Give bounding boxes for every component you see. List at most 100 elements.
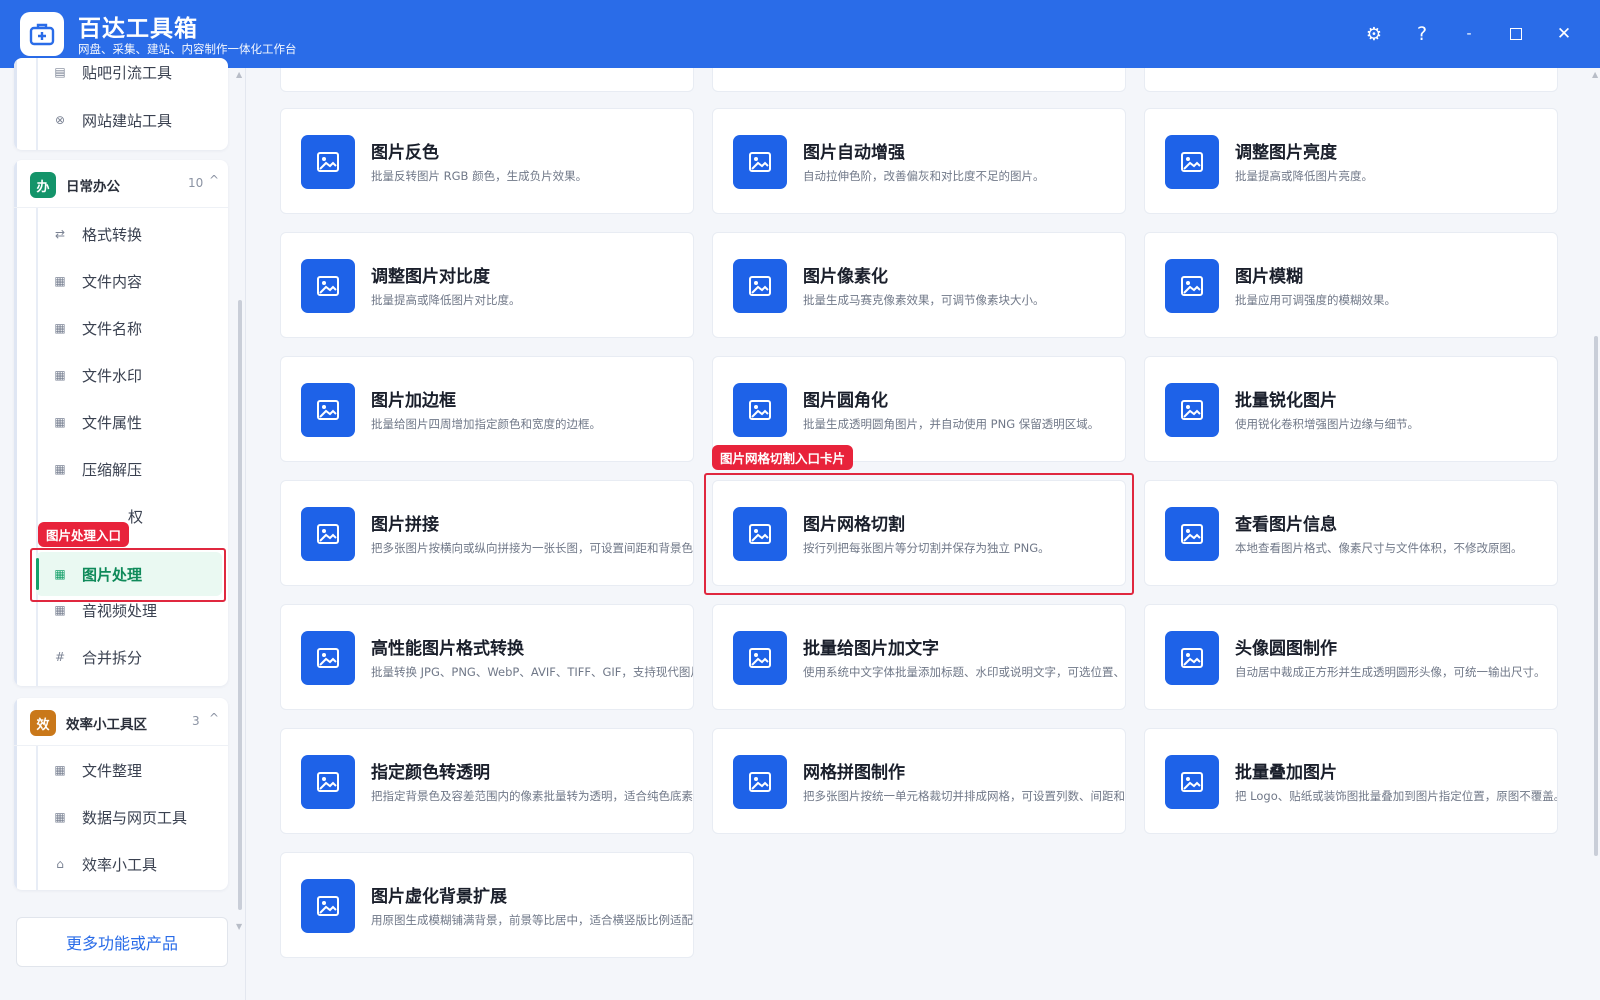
image-icon (1165, 259, 1219, 313)
image-icon (301, 755, 355, 809)
swap-icon: ⇄ (54, 227, 66, 241)
close-button[interactable]: ✕ (1548, 18, 1580, 50)
tool-card-blur-bg-expand[interactable]: 图片虚化背景扩展用原图生成模糊铺满背景，前景等比居中，适合横竖版比例适配。 (280, 852, 694, 958)
sidebar-scroll-down-icon[interactable]: ▼ (236, 922, 242, 931)
sidebar-item-file-content[interactable]: ▦ 文件内容 (14, 259, 228, 303)
tool-description: 批量生成透明圆角图片，并自动使用 PNG 保留透明区域。 (803, 417, 1100, 431)
image-icon (733, 135, 787, 189)
image-icon (301, 631, 355, 685)
tool-card-auto-enhance[interactable]: 图片自动增强 自动拉伸色阶，改善偏灰和对比度不足的图片。 (712, 108, 1126, 214)
tool-card-overlay[interactable]: 批量叠加图片把 Logo、贴纸或装饰图批量叠加到图片指定位置，原图不覆盖。 (1144, 728, 1558, 834)
image-icon (733, 631, 787, 685)
tool-title: 网格拼图制作 (803, 763, 905, 783)
tool-title: 批量叠加图片 (1235, 763, 1337, 783)
tool-card-contrast[interactable]: 调整图片对比度 批量提高或降低图片对比度。 (280, 232, 694, 338)
tool-title: 图片模糊 (1235, 267, 1303, 287)
image-icon (1165, 507, 1219, 561)
sidebar-item-compress[interactable]: ▦ 压缩解压 (14, 447, 228, 491)
tool-card-brightness[interactable]: 调整图片亮度批量提高或降低图片亮度。 (1144, 108, 1558, 214)
tool-description: 使用系统中文字体批量添加标题、水印或说明文字，可选位置、字 (803, 665, 1126, 679)
tool-card-partial[interactable] (280, 68, 694, 92)
tool-card-grid-collage[interactable]: 网格拼图制作 把多张图片按统一单元格裁切并排成网格，可设置列数、间距和背 (712, 728, 1126, 834)
tool-card-partial[interactable] (712, 68, 1126, 92)
tool-description: 用原图生成模糊铺满背景，前景等比居中，适合横竖版比例适配。 (371, 913, 694, 927)
tool-title: 查看图片信息 (1235, 515, 1337, 535)
tool-grid: ▲ 图片反色 批量反转图片 RGB 颜色，生成负片效果。 图片自动增强 自动拉伸色阶，… (246, 68, 1600, 1000)
tool-card-image-info[interactable]: 查看图片信息本地查看图片格式、像素尺寸与文件体积，不修改原图。 (1144, 480, 1558, 586)
sidebar-scroll-up-icon[interactable]: ▲ (236, 70, 242, 79)
tool-title: 头像圆图制作 (1235, 639, 1337, 659)
sidebar-item-format-convert[interactable]: ⇄ 格式转换 (14, 212, 228, 256)
sidebar-item-file-name[interactable]: ▦ 文件名称 (14, 306, 228, 350)
sidebar-item-file-watermark[interactable]: ▦ 文件水印 (14, 353, 228, 397)
image-icon (733, 383, 787, 437)
sidebar: ▲ ▼ ▤ 贴吧引流工具 ⊗ 网站建站工具 办 日常办公 10 ^ ⇄ 格式转换… (0, 58, 246, 1000)
maximize-button[interactable] (1500, 18, 1532, 50)
tool-description: 批量给图片四周增加指定颜色和宽度的边框。 (371, 417, 601, 431)
image-icon (1165, 135, 1219, 189)
tool-card-border[interactable]: 图片加边框批量给图片四周增加指定颜色和宽度的边框。 (280, 356, 694, 462)
image-icon (733, 259, 787, 313)
tool-title: 图片反色 (371, 143, 439, 163)
more-products-button[interactable]: 更多功能或产品 (16, 917, 228, 967)
tool-card-pixelate[interactable]: 图片像素化 批量生成马赛克像素效果，可调节像素块大小。 (712, 232, 1126, 338)
tool-title: 调整图片亮度 (1235, 143, 1337, 163)
sidebar-scrollbar[interactable] (238, 300, 242, 910)
tool-title: 图片拼接 (371, 515, 439, 535)
annotation-label-sidebar: 图片处理入口 (38, 522, 130, 547)
tool-description: 批量反转图片 RGB 颜色，生成负片效果。 (371, 169, 588, 183)
main-scroll-up-icon[interactable]: ▲ (1592, 70, 1598, 79)
sidebar-item-file-organize[interactable]: ▦ 文件整理 (14, 748, 228, 792)
image-icon (301, 259, 355, 313)
tool-card-avatar-circle[interactable]: 头像圆图制作自动居中裁成正方形并生成透明圆形头像，可统一输出尺寸。 (1144, 604, 1558, 710)
image-icon (1165, 755, 1219, 809)
tool-card-invert[interactable]: 图片反色批量反转图片 RGB 颜色，生成负片效果。 (280, 108, 694, 214)
efficiency-badge-icon: 效 (30, 710, 56, 736)
app-title: 百达工具箱 (78, 16, 198, 42)
image-icon (733, 755, 787, 809)
hash-icon: # (54, 650, 66, 664)
collapse-caret-icon[interactable]: ^ (209, 711, 219, 725)
tool-title: 图片加边框 (371, 391, 456, 411)
category-efficiency-header[interactable]: 效 效率小工具区 3 ^ (14, 698, 228, 746)
tool-card-format-convert[interactable]: 高性能图片格式转换 批量转换 JPG、PNG、WebP、AVIF、TIFF、GIF… (280, 604, 694, 710)
minimize-button[interactable]: ‑ (1453, 18, 1485, 50)
tool-card-partial[interactable] (1144, 68, 1558, 92)
tool-card-color-transparent[interactable]: 指定颜色转透明 把指定背景色及容差范围内的像素批量转为透明，适合纯色底素材 (280, 728, 694, 834)
tool-description: 自动居中裁成正方形并生成透明圆形头像，可统一输出尺寸。 (1235, 665, 1546, 679)
sidebar-item-efficiency-tools[interactable]: ⌂ 效率小工具 (14, 842, 228, 886)
tool-card-add-text[interactable]: 批量给图片加文字使用系统中文字体批量添加标题、水印或说明文字，可选位置、字 (712, 604, 1126, 710)
tool-title: 批量给图片加文字 (803, 639, 939, 659)
doc-icon: ▤ (54, 65, 66, 79)
grid-icon: ▦ (54, 810, 66, 824)
main-scrollbar[interactable] (1594, 336, 1598, 856)
category-office-header[interactable]: 办 日常办公 10 ^ (14, 160, 228, 208)
sidebar-item-tieba[interactable]: ▤ 贴吧引流工具 (14, 50, 228, 94)
tool-title: 批量锐化图片 (1235, 391, 1337, 411)
grid-icon: ▦ (54, 368, 66, 382)
tool-description: 使用锐化卷积增强图片边缘与细节。 (1235, 417, 1419, 431)
image-icon (1165, 631, 1219, 685)
help-icon[interactable]: ? (1406, 18, 1438, 50)
tool-title: 图片像素化 (803, 267, 888, 287)
grid-icon: ▦ (54, 274, 66, 288)
tool-card-sharpen[interactable]: 批量锐化图片使用锐化卷积增强图片边缘与细节。 (1144, 356, 1558, 462)
sidebar-item-merge-split[interactable]: # 合并拆分 (14, 635, 228, 679)
tool-description: 批量应用可调强度的模糊效果。 (1235, 293, 1396, 307)
grid-icon: ▦ (54, 603, 66, 617)
tool-title: 图片虚化背景扩展 (371, 887, 507, 907)
toolbox-icon: ⌂ (56, 857, 64, 871)
tool-title: 图片圆角化 (803, 391, 888, 411)
sidebar-item-file-attributes[interactable]: ▦ 文件属性 (14, 400, 228, 444)
sidebar-item-website[interactable]: ⊗ 网站建站工具 (14, 98, 228, 142)
image-icon (301, 879, 355, 933)
tool-description: 批量提高或降低图片亮度。 (1235, 169, 1373, 183)
annotation-box-grid-cut-card (704, 473, 1134, 595)
tool-card-blur[interactable]: 图片模糊批量应用可调强度的模糊效果。 (1144, 232, 1558, 338)
tool-description: 本地查看图片格式、像素尺寸与文件体积，不修改原图。 (1235, 541, 1523, 555)
tool-card-stitch[interactable]: 图片拼接 把多张图片按横向或纵向拼接为一张长图，可设置间距和背景色。 (280, 480, 694, 586)
settings-gear-icon[interactable]: ⚙ (1358, 18, 1390, 50)
tool-description: 批量转换 JPG、PNG、WebP、AVIF、TIFF、GIF，支持现代图片 (371, 665, 694, 679)
sidebar-item-data-web[interactable]: ▦ 数据与网页工具 (14, 795, 228, 839)
collapse-caret-icon[interactable]: ^ (209, 173, 219, 187)
